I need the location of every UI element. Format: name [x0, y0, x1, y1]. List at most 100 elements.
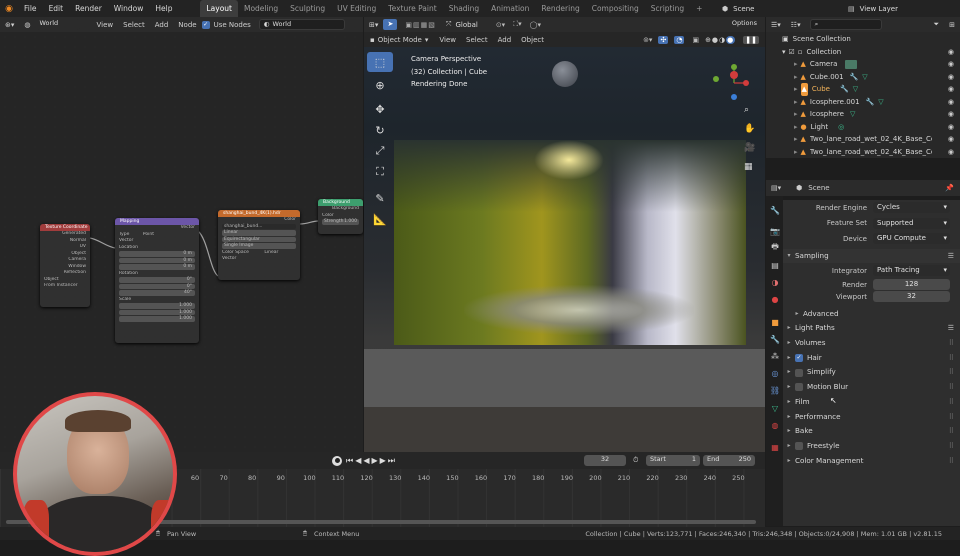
select-box-tool-icon[interactable]: ⬚: [367, 52, 393, 72]
node-background[interactable]: Background Background Color Strength 1.00…: [318, 199, 363, 234]
outliner-scene-collection[interactable]: ▣ Scene Collection: [766, 33, 960, 46]
freestyle-panel-header[interactable]: ▸ Freestyle ⠿: [783, 439, 960, 454]
hair-checkbox[interactable]: ✓: [795, 354, 803, 363]
measure-tool-icon[interactable]: 📐: [367, 209, 393, 229]
eye-icon[interactable]: ◉: [948, 58, 954, 71]
tab-scripting[interactable]: Scripting: [645, 0, 690, 17]
cursor-tool-icon[interactable]: ⊕: [367, 75, 393, 95]
physics-tab-icon[interactable]: ◎: [769, 367, 781, 379]
render-engine-select[interactable]: Cycles ▾: [873, 202, 950, 214]
gizmo-toggle-icon[interactable]: ✣: [658, 35, 669, 44]
tab-animation[interactable]: Animation: [485, 0, 535, 17]
drag-handle-icon[interactable]: ⠿: [949, 439, 954, 454]
simplify-panel-header[interactable]: ▸ Simplify ⠿: [783, 365, 960, 380]
drag-handle-icon[interactable]: ⠿: [949, 380, 954, 395]
drag-handle-icon[interactable]: ⠿: [949, 365, 954, 380]
outliner-search[interactable]: ⌕: [809, 19, 882, 30]
outliner-item-light[interactable]: ▸ ● Light ◎ ◉: [766, 121, 960, 134]
select-tool-icon[interactable]: ➤: [383, 19, 398, 30]
transform-tool-icon[interactable]: ⛶: [367, 162, 393, 182]
menu-add[interactable]: Add: [493, 36, 517, 44]
interpolation-select[interactable]: Linear: [222, 230, 296, 236]
tab-shading[interactable]: Shading: [443, 0, 485, 17]
pan-view-icon[interactable]: ✋: [744, 124, 755, 134]
tab-compositing[interactable]: Compositing: [586, 0, 645, 17]
orientation-select[interactable]: Global: [455, 21, 477, 29]
node-environment-texture[interactable]: shanghai_bund_4K(1).hdr Color shanghai_b…: [218, 210, 300, 280]
render-tab-icon[interactable]: 📷: [769, 225, 781, 237]
material-tab-icon[interactable]: ◍: [769, 419, 781, 431]
eye-icon[interactable]: ◉: [948, 146, 954, 159]
options-button[interactable]: Options: [727, 19, 761, 30]
eye-icon[interactable]: ◉: [948, 96, 954, 109]
from-instancer-checkbox[interactable]: From Instancer: [40, 283, 90, 290]
mode-select[interactable]: ▪ Object Mode ▾: [364, 36, 434, 44]
annotate-tool-icon[interactable]: ✎: [367, 188, 393, 208]
outliner-item-cube[interactable]: ▸ ▲ Cube 🔧 ▽ ◉: [766, 83, 960, 96]
zoom-view-icon[interactable]: ⌕: [744, 105, 749, 115]
scene-selector[interactable]: ⬢ Scene: [722, 3, 852, 14]
light-paths-panel-header[interactable]: ▸ Light Paths ☰: [783, 321, 960, 336]
output-tab-icon[interactable]: 🖶: [769, 242, 781, 254]
editor-type-icon[interactable]: ☰▾: [766, 21, 786, 29]
outliner-item-road-texture-0[interactable]: ▸▲Two_lane_road_wet_02_4K_Base_Color.0◉: [766, 133, 960, 146]
data-tab-icon[interactable]: ▽: [769, 402, 781, 414]
object-tab-icon[interactable]: ■: [769, 316, 781, 328]
color-management-panel-header[interactable]: ▸ Color Management ⠿: [783, 454, 960, 469]
node-texture-coordinate[interactable]: Texture Coordinate Generated Normal UV O…: [40, 224, 90, 307]
strength-field[interactable]: Strength 1.000: [322, 219, 359, 225]
location-z[interactable]: 0 m: [119, 264, 195, 270]
stopwatch-icon[interactable]: ⏱: [633, 456, 638, 465]
outliner-item-icosphere001[interactable]: ▸ ▲ Icosphere.001 🔧 ▽ ◉: [766, 96, 960, 109]
drag-handle-icon[interactable]: ⠿: [949, 454, 954, 469]
advanced-subpanel-header[interactable]: ▸ Advanced: [783, 307, 960, 322]
drag-handle-icon[interactable]: ⠿: [949, 410, 954, 425]
tool-tab-icon[interactable]: 🔧: [769, 204, 781, 216]
menu-object[interactable]: Object: [516, 36, 549, 44]
film-panel-header[interactable]: ▸ Film ⠿: [783, 395, 960, 410]
modifier-tab-icon[interactable]: 🔧: [769, 333, 781, 345]
feature-set-select[interactable]: Supported ▾: [873, 217, 950, 229]
pause-render-icon[interactable]: ❚❚: [743, 35, 759, 44]
drag-handle-icon[interactable]: ⠿: [949, 336, 954, 351]
overlay-toggle-icon[interactable]: ◔: [674, 35, 685, 44]
freestyle-checkbox[interactable]: [795, 442, 803, 451]
input-vector[interactable]: Vector: [218, 256, 300, 263]
world-tab-icon[interactable]: ●: [769, 293, 781, 305]
drag-handle-icon[interactable]: ⠿: [949, 351, 954, 366]
location-y[interactable]: 0 m: [119, 257, 195, 263]
view-layer-tab-icon[interactable]: ▤: [769, 259, 781, 271]
pivot-icon[interactable]: ⊙▾: [496, 21, 505, 29]
outliner-item-cube001[interactable]: ▸ ▲ Cube.001 🔧 ▽ ◉: [766, 71, 960, 84]
shading-mode-icons[interactable]: ⊕●◑●: [705, 35, 736, 44]
motion-blur-panel-header[interactable]: ▸ Motion Blur ⠿: [783, 380, 960, 395]
eye-icon[interactable]: ◉: [948, 71, 954, 84]
menu-select[interactable]: Select: [461, 36, 493, 44]
sampling-panel-header[interactable]: ▾ Sampling ☰: [783, 248, 960, 264]
drag-handle-icon[interactable]: ⠿: [949, 395, 954, 410]
image-datablock[interactable]: shanghai_bund...: [222, 223, 296, 229]
camera-view-icon[interactable]: 🎥: [744, 143, 755, 153]
add-workspace-button[interactable]: +: [690, 0, 708, 17]
eye-icon[interactable]: ◉: [948, 83, 954, 96]
rotation-x[interactable]: 0°: [119, 277, 195, 283]
hair-panel-header[interactable]: ▸ ✓ Hair ⠿: [783, 351, 960, 366]
bake-panel-header[interactable]: ▸ Bake ⠿: [783, 424, 960, 439]
output-color[interactable]: Color: [218, 217, 300, 224]
start-frame-field[interactable]: Start 1: [646, 455, 700, 466]
outliner-item-road-texture[interactable]: ▸ ▲ Two_lane_road_wet_02_4K_Base_Color ◉: [766, 146, 960, 159]
xray-icon[interactable]: ▣: [692, 36, 699, 44]
scale-tool-icon[interactable]: ⤢: [367, 141, 393, 161]
eye-icon[interactable]: ◉: [948, 108, 954, 121]
drag-handle-icon[interactable]: ⠿: [949, 424, 954, 439]
rotate-tool-icon[interactable]: ↻: [367, 120, 393, 140]
outliner-item-camera[interactable]: ▸ ▲ Camera ◉: [766, 58, 960, 71]
new-collection-icon[interactable]: ⊞: [944, 21, 960, 29]
editor-type-icon[interactable]: ▤▾: [766, 184, 786, 192]
presets-icon[interactable]: ☰: [948, 321, 954, 336]
constraints-tab-icon[interactable]: ⛓: [769, 384, 781, 396]
motion-blur-checkbox[interactable]: [795, 383, 803, 392]
viewport-canvas[interactable]: Camera Perspective (32) Collection | Cub…: [364, 47, 765, 452]
menu-view[interactable]: View: [434, 36, 461, 44]
proportional-icon[interactable]: ◯▾: [530, 21, 541, 29]
